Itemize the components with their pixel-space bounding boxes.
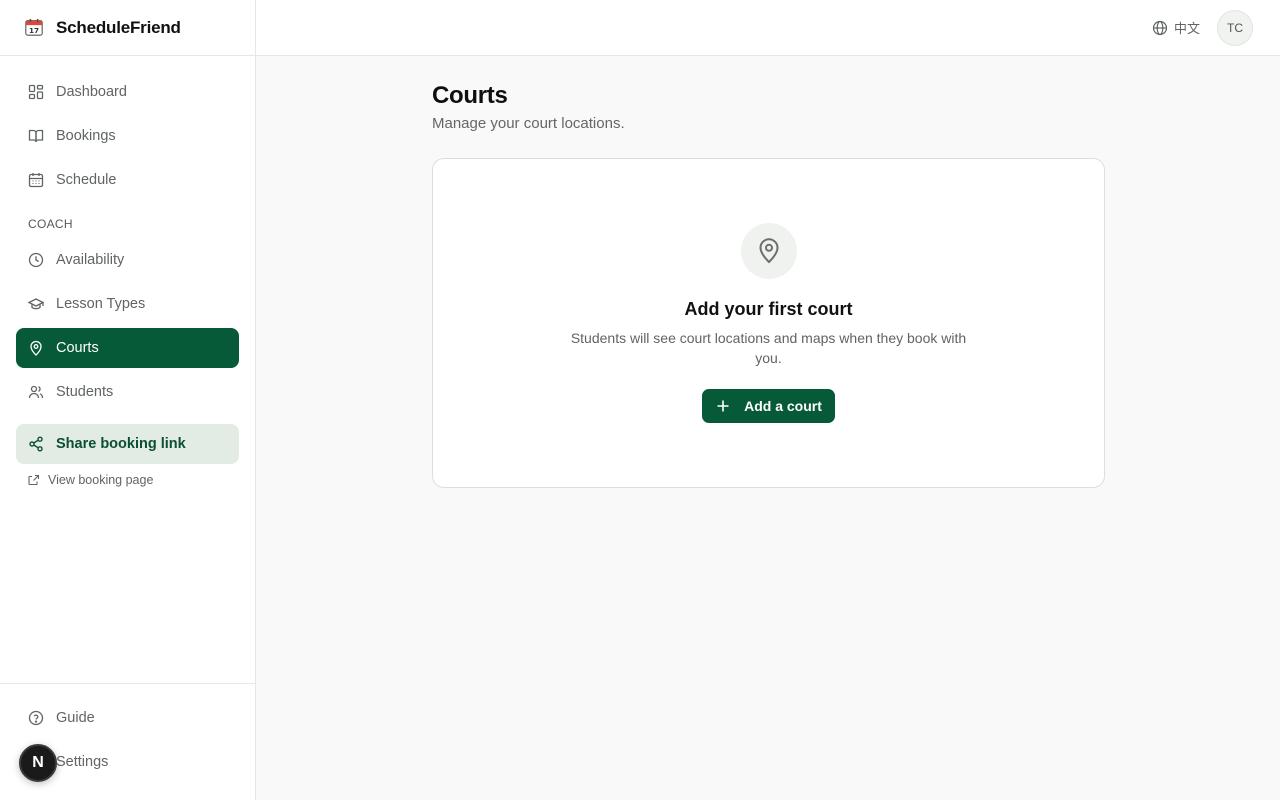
- add-court-button[interactable]: Add a court: [702, 389, 835, 423]
- book-open-icon: [28, 129, 44, 143]
- sidebar-item-dashboard[interactable]: Dashboard: [16, 72, 239, 112]
- share-icon: [29, 436, 43, 452]
- sidebar-item-guide[interactable]: Guide: [16, 698, 239, 738]
- main-content: Courts Manage your court locations. Add …: [432, 82, 1105, 488]
- dashboard-grid-icon: [28, 84, 44, 100]
- sidebar-item-label: Schedule: [56, 172, 117, 188]
- sidebar-item-courts[interactable]: Courts: [16, 328, 239, 368]
- calendar-icon: [28, 173, 44, 188]
- sidebar-item-bookings[interactable]: Bookings: [16, 116, 239, 156]
- view-booking-page-link[interactable]: View booking page: [16, 464, 239, 496]
- map-pin-icon: [30, 340, 42, 356]
- graduation-cap-icon: [28, 298, 44, 310]
- empty-state-title: Add your first court: [684, 299, 853, 319]
- sidebar-item-lesson-types[interactable]: Lesson Types: [16, 284, 239, 324]
- topbar: 中文 TC: [256, 0, 1280, 56]
- page-title: Courts: [432, 82, 508, 109]
- calendar-emoji-icon: 17: [24, 17, 46, 39]
- page-subtitle: Manage your court locations.: [432, 115, 625, 132]
- share-booking-link-button[interactable]: Share booking link: [16, 424, 239, 464]
- plus-icon: [717, 400, 729, 412]
- sidebar-item-label: Courts: [56, 340, 99, 356]
- map-pin-icon: [758, 238, 779, 264]
- users-icon: [28, 385, 44, 399]
- sidebar-item-label: Bookings: [56, 128, 116, 144]
- svg-text:17: 17: [29, 25, 39, 34]
- sidebar-item-label: Guide: [56, 710, 95, 726]
- sidebar-item-students[interactable]: Students: [16, 372, 239, 412]
- sidebar-item-label: Dashboard: [56, 84, 127, 100]
- sidebar-item-schedule[interactable]: Schedule: [16, 160, 239, 200]
- sidebar-item-label: Lesson Types: [56, 296, 146, 312]
- avatar[interactable]: TC: [1217, 10, 1253, 46]
- clock-icon: [28, 252, 44, 268]
- empty-state-card: Add your first court Students will see c…: [432, 158, 1105, 488]
- section-label-coach: COACH: [28, 217, 73, 231]
- language-switcher[interactable]: 中文: [1152, 18, 1200, 37]
- sidebar-nav: Dashboard Bookings Schedule COACH Availa…: [0, 56, 255, 496]
- sidebar-item-label: Availability: [56, 252, 125, 268]
- globe-icon: [1152, 20, 1168, 35]
- view-booking-page-label: View booking page: [48, 473, 154, 487]
- dev-tools-badge[interactable]: N: [19, 744, 57, 782]
- add-court-label: Add a court: [744, 398, 822, 414]
- sidebar-item-availability[interactable]: Availability: [16, 240, 239, 280]
- dev-badge-letter: N: [32, 754, 44, 771]
- sidebar-bottom: Guide Settings: [0, 683, 255, 800]
- external-link-icon: [28, 474, 40, 486]
- sidebar-item-label: Settings: [56, 754, 109, 770]
- sidebar: 17 ScheduleFriend Dashboard Bookings Sch…: [0, 0, 256, 800]
- sidebar-item-label: Students: [56, 384, 114, 400]
- help-circle-icon: [28, 710, 44, 726]
- empty-state-description: Students will see court locations and ma…: [570, 330, 967, 366]
- brand[interactable]: 17 ScheduleFriend: [0, 0, 255, 56]
- app-name: ScheduleFriend: [56, 17, 181, 37]
- avatar-initials: TC: [1227, 21, 1243, 35]
- empty-state-icon-wrapper: [740, 223, 797, 279]
- language-label: 中文: [1173, 21, 1200, 36]
- share-booking-link-label: Share booking link: [56, 436, 186, 452]
